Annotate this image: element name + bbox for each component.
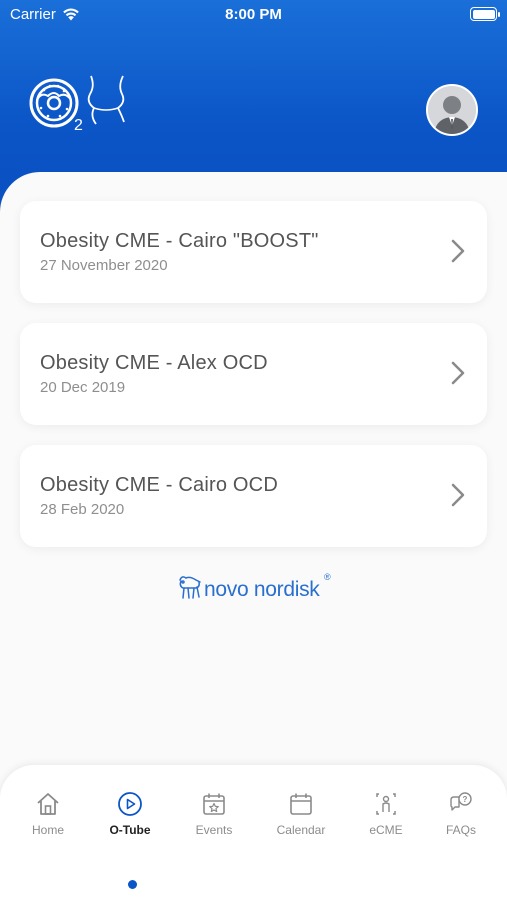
- chevron-right-icon: [451, 361, 465, 385]
- chevron-right-icon: [451, 483, 465, 507]
- tab-ecme[interactable]: eCME: [351, 791, 421, 837]
- event-list: Obesity CME - Cairo "BOOST" 27 November …: [0, 172, 507, 812]
- user-avatar-icon: [428, 86, 476, 134]
- calendar-icon: [290, 793, 312, 815]
- tab-home[interactable]: Home: [13, 791, 83, 837]
- play-circle-icon: [118, 792, 142, 816]
- person-scan-icon: [376, 793, 396, 815]
- svg-text:2: 2: [74, 117, 83, 134]
- bottom-tab-bar: Home O-Tube Events Calendar eCME ? FAQs: [0, 765, 507, 900]
- event-title: Obesity CME - Cairo "BOOST": [40, 230, 319, 252]
- chat-question-icon: ?: [450, 792, 472, 811]
- event-title: Obesity CME - Alex OCD: [40, 352, 268, 374]
- event-date: 20 Dec 2019: [40, 379, 126, 396]
- tab-o-tube[interactable]: O-Tube: [95, 791, 165, 837]
- event-card[interactable]: Obesity CME - Cairo "BOOST" 27 November …: [20, 201, 487, 303]
- event-date: 27 November 2020: [40, 257, 168, 274]
- battery-icon: [470, 7, 500, 21]
- apis-bull-icon: [179, 576, 201, 599]
- event-card[interactable]: Obesity CME - Alex OCD 20 Dec 2019: [20, 323, 487, 425]
- profile-avatar-button[interactable]: [426, 84, 478, 136]
- event-card[interactable]: Obesity CME - Cairo OCD 28 Feb 2020: [20, 445, 487, 547]
- tab-events[interactable]: Events: [179, 791, 249, 837]
- status-time: 8:00 PM: [225, 6, 282, 23]
- event-title: Obesity CME - Cairo OCD: [40, 474, 278, 496]
- calendar-star-icon: [203, 793, 225, 815]
- tab-faqs[interactable]: ? FAQs: [426, 791, 496, 837]
- registered-mark: ®: [324, 572, 331, 582]
- event-date: 28 Feb 2020: [40, 501, 125, 518]
- chevron-right-icon: [451, 239, 465, 263]
- tab-calendar[interactable]: Calendar: [266, 791, 336, 837]
- home-icon: [37, 793, 59, 815]
- svg-text:?: ?: [463, 795, 468, 804]
- status-bar: Carrier 8:00 PM: [0, 0, 507, 30]
- brand-name: novo nordisk: [204, 578, 320, 601]
- active-tab-indicator: [128, 880, 137, 889]
- o2-donut-logo-icon: 2: [29, 75, 125, 134]
- novo-nordisk-logo: novo nordisk ®: [176, 570, 336, 604]
